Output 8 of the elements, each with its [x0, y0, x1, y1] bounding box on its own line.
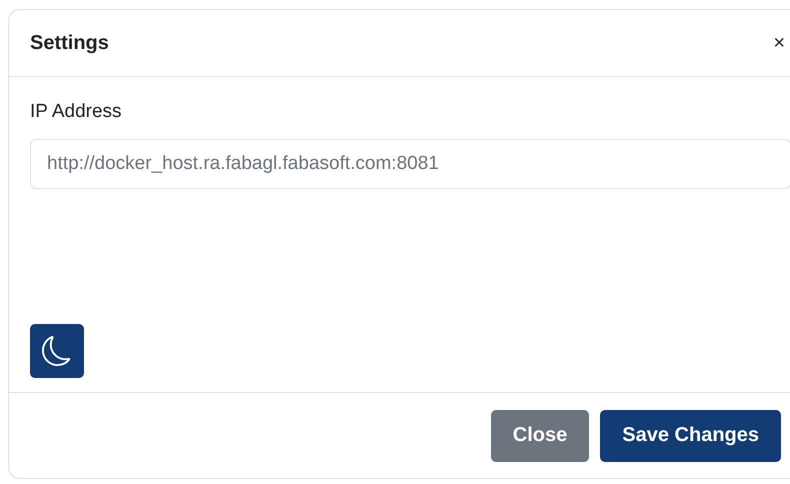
dark-mode-button[interactable]: [30, 324, 84, 378]
ip-address-field[interactable]: http://docker_host.ra.fabagl.fabasoft.com:8081: [30, 139, 790, 189]
close-button[interactable]: ×: [773, 32, 785, 54]
moon-icon: [42, 336, 72, 366]
field-label: IP Address: [30, 101, 123, 123]
close-button[interactable]: Close: [490, 410, 590, 462]
save-button[interactable]: Save Changes: [600, 410, 781, 462]
dialog-title: Settings: [30, 32, 109, 54]
